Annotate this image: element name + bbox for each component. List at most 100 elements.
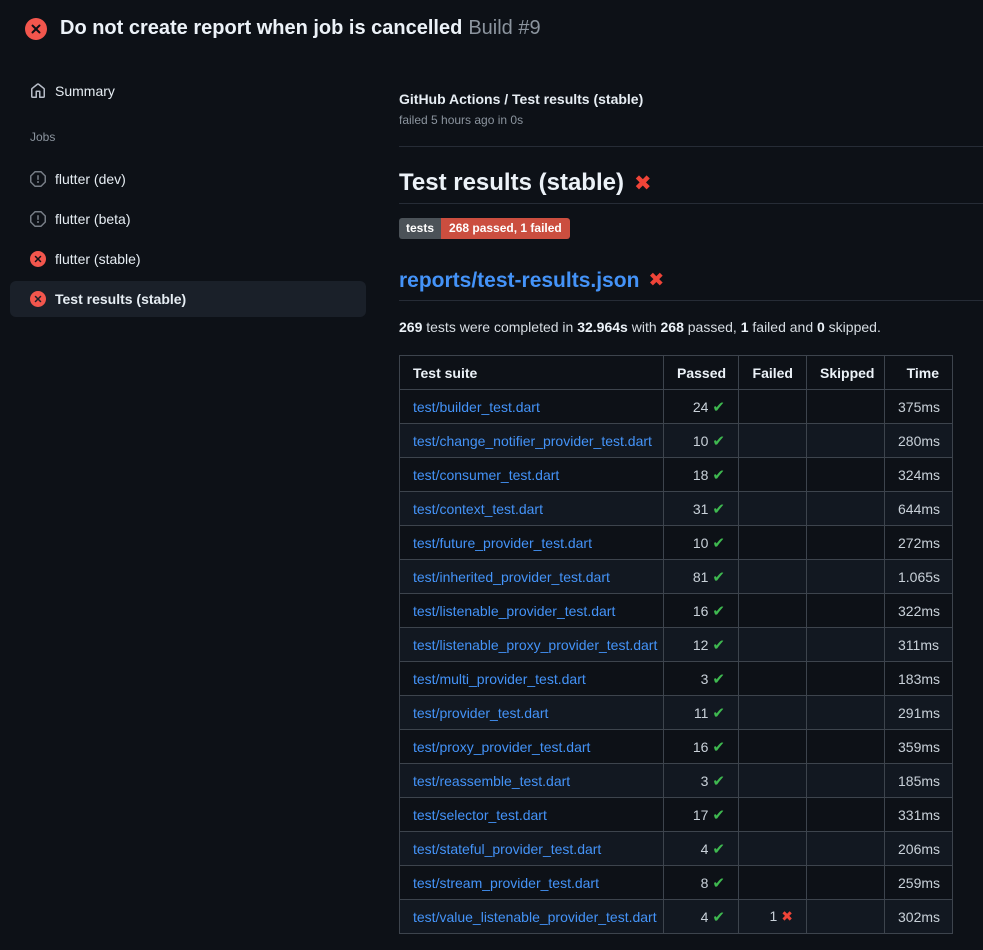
skipped-cell xyxy=(807,696,885,730)
check-icon: ✔ xyxy=(712,908,725,926)
passed-cell: 10✔ xyxy=(664,424,739,458)
skipped-cell xyxy=(807,730,885,764)
sidebar-item-flutter-stable[interactable]: flutter (stable) xyxy=(10,241,366,277)
col-header-time: Time xyxy=(885,356,953,390)
failed-cell xyxy=(739,594,807,628)
failed-cell xyxy=(739,832,807,866)
failed-cell: 1✖ xyxy=(739,900,807,934)
table-row: test/builder_test.dart 24✔ 375ms xyxy=(400,390,953,424)
sidebar-item-test-results-stable[interactable]: Test results (stable) xyxy=(10,281,366,317)
test-suite-link[interactable]: test/proxy_provider_test.dart xyxy=(413,739,590,755)
cross-icon: ✖ xyxy=(634,169,652,197)
test-suite-link[interactable]: test/builder_test.dart xyxy=(413,399,540,415)
failed-icon xyxy=(30,291,46,307)
table-row: test/multi_provider_test.dart 3✔ 183ms xyxy=(400,662,953,696)
test-suite-link[interactable]: test/inherited_provider_test.dart xyxy=(413,569,610,585)
test-suite-link[interactable]: test/stateful_provider_test.dart xyxy=(413,841,601,857)
test-suite-link[interactable]: test/future_provider_test.dart xyxy=(413,535,592,551)
page-title: Do not create report when job is cancell… xyxy=(60,17,462,39)
check-icon: ✔ xyxy=(712,704,725,722)
test-suite-link[interactable]: test/provider_test.dart xyxy=(413,705,548,721)
failed-icon xyxy=(30,251,46,267)
failed-cell xyxy=(739,798,807,832)
check-icon: ✔ xyxy=(712,568,725,586)
passed-cell: 12✔ xyxy=(664,628,739,662)
passed-cell: 18✔ xyxy=(664,458,739,492)
passed-cell: 4✔ xyxy=(664,900,739,934)
cancelled-icon xyxy=(30,211,46,227)
passed-cell: 3✔ xyxy=(664,764,739,798)
sidebar-item-flutter-dev[interactable]: flutter (dev) xyxy=(10,161,366,197)
passed-cell: 11✔ xyxy=(664,696,739,730)
test-suite-link[interactable]: test/reassemble_test.dart xyxy=(413,773,570,789)
col-header-passed: Passed xyxy=(664,356,739,390)
time-cell: 375ms xyxy=(885,390,953,424)
table-row: test/stateful_provider_test.dart 4✔ 206m… xyxy=(400,832,953,866)
table-row: test/provider_test.dart 11✔ 291ms xyxy=(400,696,953,730)
check-icon: ✔ xyxy=(712,534,725,552)
check-icon: ✔ xyxy=(712,602,725,620)
passed-cell: 3✔ xyxy=(664,662,739,696)
col-header-test-suite: Test suite xyxy=(400,356,664,390)
passed-cell: 81✔ xyxy=(664,560,739,594)
sidebar-item-label: flutter (stable) xyxy=(55,251,141,267)
report-file-heading: reports/test-results.json ✖ xyxy=(399,267,983,301)
check-run-title: Test results (stable) ✖ xyxy=(399,169,983,204)
time-cell: 302ms xyxy=(885,900,953,934)
run-meta: failed 5 hours ago in 0s xyxy=(399,111,983,129)
failed-cell xyxy=(739,560,807,594)
failed-cell xyxy=(739,390,807,424)
time-cell: 322ms xyxy=(885,594,953,628)
test-suite-link[interactable]: test/change_notifier_provider_test.dart xyxy=(413,433,652,449)
failed-cell xyxy=(739,866,807,900)
table-row: test/proxy_provider_test.dart 16✔ 359ms xyxy=(400,730,953,764)
time-cell: 206ms xyxy=(885,832,953,866)
col-header-skipped: Skipped xyxy=(807,356,885,390)
tests-badge: tests 268 passed, 1 failed xyxy=(399,218,570,239)
skipped-cell xyxy=(807,390,885,424)
check-icon: ✔ xyxy=(712,500,725,518)
time-cell: 331ms xyxy=(885,798,953,832)
check-icon: ✔ xyxy=(712,398,725,416)
sidebar-item-summary[interactable]: Summary xyxy=(10,73,366,109)
skipped-cell xyxy=(807,594,885,628)
breadcrumb: GitHub Actions / Test results (stable) xyxy=(399,89,983,109)
table-row: test/selector_test.dart 17✔ 331ms xyxy=(400,798,953,832)
jobs-section-label: Jobs xyxy=(30,130,380,144)
skipped-cell xyxy=(807,798,885,832)
sidebar-item-label: flutter (beta) xyxy=(55,211,130,227)
time-cell: 272ms xyxy=(885,526,953,560)
check-icon: ✔ xyxy=(712,806,725,824)
test-suite-link[interactable]: test/context_test.dart xyxy=(413,501,543,517)
failed-cell xyxy=(739,492,807,526)
report-file-link[interactable]: reports/test-results.json xyxy=(399,267,639,294)
failed-icon xyxy=(25,18,47,40)
table-header-row: Test suite Passed Failed Skipped Time xyxy=(400,356,953,390)
time-cell: 644ms xyxy=(885,492,953,526)
check-icon: ✔ xyxy=(712,466,725,484)
check-icon: ✔ xyxy=(712,772,725,790)
table-row: test/value_listenable_provider_test.dart… xyxy=(400,900,953,934)
test-suite-link[interactable]: test/listenable_provider_test.dart xyxy=(413,603,615,619)
failed-cell xyxy=(739,696,807,730)
failed-cell xyxy=(739,662,807,696)
test-suite-link[interactable]: test/stream_provider_test.dart xyxy=(413,875,599,891)
col-header-failed: Failed xyxy=(739,356,807,390)
table-row: test/reassemble_test.dart 3✔ 185ms xyxy=(400,764,953,798)
sidebar-item-label: flutter (dev) xyxy=(55,171,126,187)
sidebar-item-label: Summary xyxy=(55,83,115,99)
table-row: test/context_test.dart 31✔ 644ms xyxy=(400,492,953,526)
sidebar-item-flutter-beta[interactable]: flutter (beta) xyxy=(10,201,366,237)
build-number: Build #9 xyxy=(468,17,540,39)
test-suite-link[interactable]: test/consumer_test.dart xyxy=(413,467,559,483)
failed-cell xyxy=(739,764,807,798)
passed-cell: 17✔ xyxy=(664,798,739,832)
passed-cell: 10✔ xyxy=(664,526,739,560)
tests-badge-value: 268 passed, 1 failed xyxy=(441,218,570,239)
test-suite-link[interactable]: test/listenable_proxy_provider_test.dart xyxy=(413,637,657,653)
test-suite-link[interactable]: test/selector_test.dart xyxy=(413,807,547,823)
skipped-cell xyxy=(807,458,885,492)
test-suite-link[interactable]: test/value_listenable_provider_test.dart xyxy=(413,909,657,925)
skipped-cell xyxy=(807,560,885,594)
test-suite-link[interactable]: test/multi_provider_test.dart xyxy=(413,671,586,687)
